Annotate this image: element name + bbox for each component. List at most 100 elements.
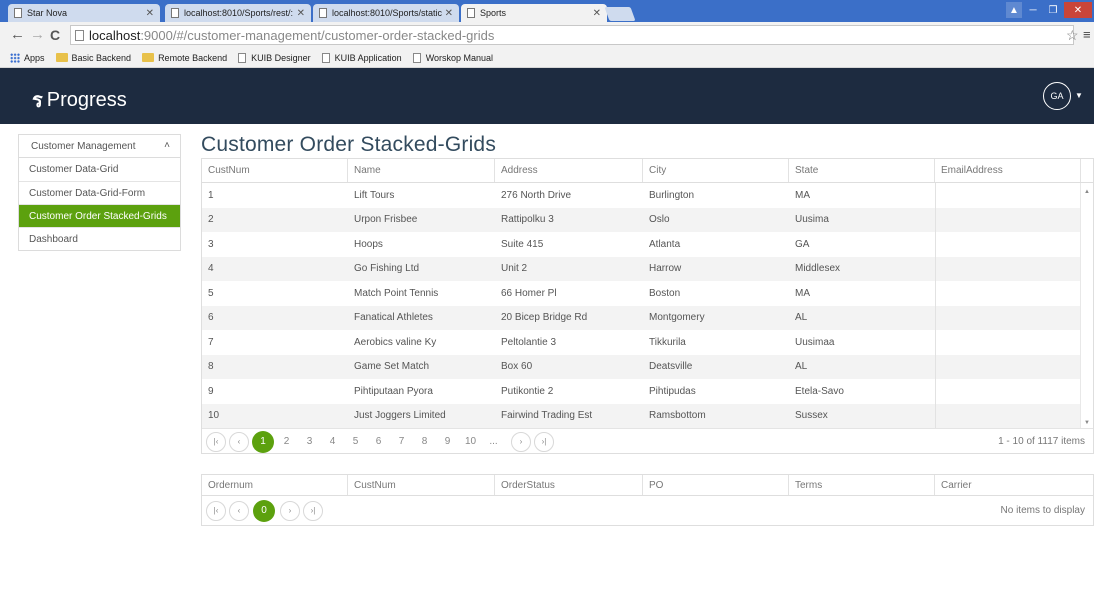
- first-page-button[interactable]: |‹: [206, 431, 226, 452]
- page-number[interactable]: 4: [321, 436, 344, 447]
- forward-icon[interactable]: →: [30, 26, 45, 43]
- bookmark-kuib-designer[interactable]: KUIB Designer: [238, 52, 311, 63]
- close-icon[interactable]: ✕: [445, 8, 453, 19]
- column-header-city[interactable]: City: [643, 159, 789, 182]
- page-number[interactable]: 6: [367, 436, 390, 447]
- sidebar: Customer Management ˄ Customer Data-Grid…: [18, 134, 181, 251]
- table-row[interactable]: 8 Game Set Match Box 60 Deatsville AL: [202, 354, 1093, 379]
- browser-tab[interactable]: localhost:8010/Sports/rest/: ✕: [165, 4, 311, 22]
- bookmark-basic-backend[interactable]: Basic Backend: [55, 53, 131, 63]
- page-number-current[interactable]: 0: [253, 499, 275, 522]
- column-header-carrier[interactable]: Carrier: [935, 475, 1081, 495]
- column-header-name[interactable]: Name: [348, 159, 495, 182]
- maximize-icon[interactable]: ❐: [1044, 2, 1062, 18]
- table-row[interactable]: 2 Urpon Frisbee Rattipolku 3 Oslo Uusima: [202, 207, 1093, 232]
- page-number[interactable]: 5: [344, 436, 367, 447]
- page-more[interactable]: ...: [482, 436, 505, 447]
- column-header-state[interactable]: State: [789, 159, 935, 182]
- column-header-terms[interactable]: Terms: [789, 475, 935, 495]
- first-page-button[interactable]: |‹: [206, 500, 226, 521]
- minimize-icon[interactable]: ─: [1024, 2, 1042, 18]
- browser-tab[interactable]: Star Nova ✕: [8, 4, 160, 22]
- next-page-button[interactable]: ›: [511, 431, 531, 452]
- cell-emailaddress: [935, 330, 1081, 355]
- last-page-button[interactable]: ›|: [534, 431, 554, 452]
- folder-icon: [55, 53, 68, 62]
- page-number-current[interactable]: 1: [252, 430, 274, 453]
- bookmark-apps[interactable]: Apps: [10, 52, 45, 63]
- column-header-orderstatus[interactable]: OrderStatus: [495, 475, 643, 495]
- table-row[interactable]: 9 Pihtiputaan Pyora Putikontie 2 Pihtipudas…: [202, 379, 1093, 404]
- cell-emailaddress: [935, 232, 1081, 257]
- table-row[interactable]: 10 Just Joggers Limited Fairwind Trading E…: [202, 403, 1093, 428]
- page-number[interactable]: 3: [298, 436, 321, 447]
- cell-name: Fanatical Athletes: [354, 312, 433, 324]
- page-number[interactable]: 9: [436, 436, 459, 447]
- column-header-po[interactable]: PO: [643, 475, 789, 495]
- avatar[interactable]: GA: [1043, 82, 1071, 110]
- sidebar-item-customer-order-stacked-grids[interactable]: Customer Order Stacked-Grids: [19, 204, 180, 227]
- cell-state: Sussex: [795, 410, 828, 422]
- table-row[interactable]: 5 Match Point Tennis 66 Homer Pl Boston MA: [202, 281, 1093, 306]
- close-icon[interactable]: ✕: [297, 8, 305, 19]
- table-row[interactable]: 3 Hoops Suite 415 Atlanta GA: [202, 232, 1093, 257]
- cell-address: Putikontie 2: [501, 385, 554, 397]
- column-header-emailaddress[interactable]: EmailAddress: [935, 159, 1081, 182]
- chevron-up-icon[interactable]: ˄: [164, 140, 170, 151]
- close-icon[interactable]: ✕: [146, 8, 154, 19]
- prev-page-button[interactable]: ‹: [229, 500, 249, 521]
- bookmark-kuib-application[interactable]: KUIB Application: [321, 52, 402, 63]
- sidebar-item-customer-data-grid-form[interactable]: Customer Data-Grid-Form: [19, 181, 180, 204]
- last-page-button[interactable]: ›|: [303, 500, 323, 521]
- cell-emailaddress: [935, 207, 1081, 232]
- window-close-icon[interactable]: ✕: [1064, 2, 1092, 18]
- menu-icon[interactable]: ≡: [1083, 27, 1091, 42]
- cell-emailaddress: [935, 305, 1081, 330]
- bookmark-label: Apps: [24, 52, 45, 63]
- cell-emailaddress: [935, 379, 1081, 404]
- cell-name: Lift Tours: [354, 189, 395, 201]
- url-host: localhost: [89, 27, 141, 43]
- scroll-up-icon[interactable]: ▲: [1084, 189, 1090, 195]
- column-header-address[interactable]: Address: [495, 159, 643, 182]
- caret-down-icon[interactable]: ▼: [1075, 91, 1083, 100]
- table-row[interactable]: 1 Lift Tours 276 North Drive Burlington MA: [202, 183, 1093, 208]
- page-number[interactable]: 2: [275, 436, 298, 447]
- profile-icon[interactable]: ▲: [1006, 2, 1022, 18]
- bookmark-remote-backend[interactable]: Remote Backend: [142, 53, 227, 63]
- cell-emailaddress: [935, 256, 1081, 281]
- back-icon[interactable]: ←: [10, 26, 25, 43]
- bookmark-worskop-manual[interactable]: Worskop Manual: [412, 52, 493, 63]
- page-number[interactable]: 8: [413, 436, 436, 447]
- cell-address: 66 Homer Pl: [501, 287, 557, 299]
- reload-icon[interactable]: C: [50, 27, 60, 43]
- table-row[interactable]: 7 Aerobics valine Ky Peltolantie 3 Tikkuril…: [202, 330, 1093, 355]
- column-header-ordernum[interactable]: Ordernum: [202, 475, 348, 495]
- tab-title: Sports: [480, 8, 507, 18]
- cell-name: Pihtiputaan Pyora: [354, 385, 433, 397]
- column-header-custnum[interactable]: CustNum: [348, 475, 495, 495]
- sidebar-item-customer-data-grid[interactable]: Customer Data-Grid: [19, 158, 180, 181]
- bookmark-star-icon[interactable]: ☆: [1066, 27, 1079, 44]
- page-number[interactable]: 7: [390, 436, 413, 447]
- page-icon: [412, 52, 421, 63]
- sidebar-item-dashboard[interactable]: Dashboard: [19, 227, 180, 250]
- table-row[interactable]: 4 Go Fishing Ltd Unit 2 Harrow Middlesex: [202, 256, 1093, 281]
- next-page-button[interactable]: ›: [280, 500, 300, 521]
- close-icon[interactable]: ✕: [593, 8, 601, 19]
- scroll-down-icon[interactable]: ▼: [1084, 420, 1090, 426]
- cell-custnum: 2: [208, 214, 214, 226]
- url-input[interactable]: localhost:9000/#/customer-management/cus…: [70, 25, 1074, 45]
- page-number[interactable]: 10: [459, 436, 482, 447]
- new-tab-button[interactable]: [604, 7, 636, 21]
- column-header-custnum[interactable]: CustNum: [202, 159, 348, 182]
- page-icon: [14, 8, 22, 18]
- table-row[interactable]: 6 Fanatical Athletes 20 Bicep Bridge Rd Mon…: [202, 305, 1093, 330]
- cell-city: Deatsville: [649, 361, 693, 373]
- browser-tab-active[interactable]: Sports ✕: [461, 4, 607, 22]
- prev-page-button[interactable]: ‹: [229, 431, 249, 452]
- browser-tab[interactable]: localhost:8010/Sports/static ✕: [313, 4, 459, 22]
- sidebar-section-customer-management[interactable]: Customer Management ˄: [18, 134, 181, 158]
- progress-logo[interactable]: ร Progress: [32, 84, 127, 116]
- vertical-scrollbar[interactable]: ▲ ▼: [1080, 183, 1093, 428]
